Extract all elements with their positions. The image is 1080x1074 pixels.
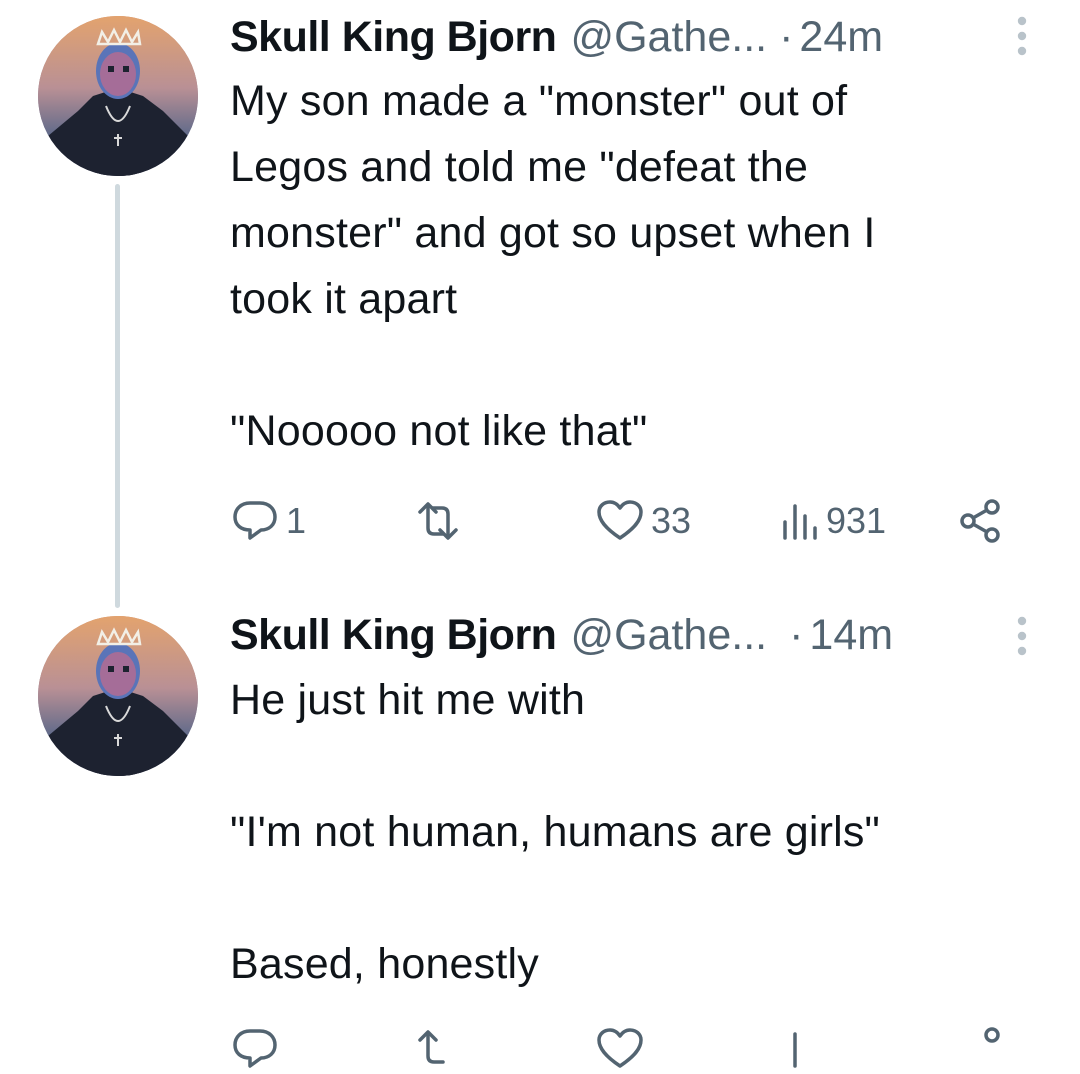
like-button[interactable] bbox=[595, 1024, 645, 1074]
views-icon bbox=[780, 1026, 820, 1072]
reply-button[interactable]: 1 bbox=[230, 496, 306, 546]
reply-icon bbox=[230, 498, 280, 544]
reply-icon bbox=[230, 1026, 280, 1072]
avatar[interactable] bbox=[38, 616, 198, 776]
user-handle[interactable]: @Gathe... bbox=[570, 610, 767, 660]
separator-dot: · bbox=[789, 611, 804, 659]
share-button[interactable] bbox=[958, 1024, 1004, 1074]
tweet-header: Skull King Bjorn @Gathe... · 14m bbox=[230, 610, 893, 660]
display-name[interactable]: Skull King Bjorn bbox=[230, 12, 557, 62]
retweet-icon bbox=[410, 1026, 466, 1072]
tweet-header: Skull King Bjorn @Gathe... · 24m bbox=[230, 12, 883, 62]
tweet-actions: 1 33 931 bbox=[230, 496, 1020, 546]
views-button[interactable] bbox=[780, 1024, 820, 1074]
share-button[interactable] bbox=[958, 496, 1004, 546]
heart-icon bbox=[595, 1026, 645, 1072]
retweet-button[interactable] bbox=[410, 496, 472, 546]
timestamp[interactable]: 24m bbox=[799, 12, 883, 62]
tweet[interactable]: Skull King Bjorn @Gathe... · 24m My son … bbox=[0, 0, 1080, 610]
like-count: 33 bbox=[651, 500, 692, 541]
share-icon bbox=[958, 1026, 1004, 1072]
views-button[interactable]: 931 bbox=[780, 496, 886, 546]
more-vertical-icon[interactable] bbox=[1010, 14, 1034, 58]
tweet-text: My son made a "monster" out of Legos and… bbox=[230, 77, 876, 455]
separator-dot: · bbox=[779, 13, 794, 61]
reply-button[interactable] bbox=[230, 1024, 280, 1074]
view-count: 931 bbox=[826, 500, 887, 541]
retweet-button[interactable] bbox=[410, 1024, 466, 1074]
tweet-actions bbox=[230, 1024, 1020, 1074]
heart-icon bbox=[595, 498, 645, 544]
timestamp[interactable]: 14m bbox=[809, 610, 893, 660]
more-vertical-icon[interactable] bbox=[1010, 614, 1034, 658]
thread-line bbox=[115, 184, 120, 608]
reply-count: 1 bbox=[286, 500, 307, 541]
views-icon bbox=[780, 498, 820, 544]
like-button[interactable]: 33 bbox=[595, 496, 691, 546]
avatar[interactable] bbox=[38, 16, 198, 176]
user-handle[interactable]: @Gathe... bbox=[570, 12, 767, 62]
tweet-text: He just hit me with "I'm not human, huma… bbox=[230, 676, 881, 988]
share-icon bbox=[958, 498, 1004, 544]
display-name[interactable]: Skull King Bjorn bbox=[230, 610, 557, 660]
retweet-icon bbox=[410, 498, 466, 544]
tweet-thread: Skull King Bjorn @Gathe... · 24m My son … bbox=[0, 0, 1080, 1068]
